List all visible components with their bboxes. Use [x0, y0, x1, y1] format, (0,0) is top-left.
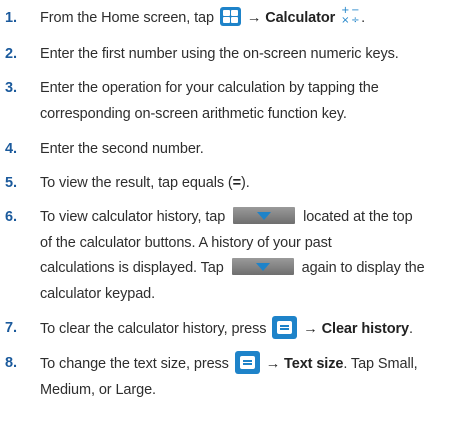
step-text: Enter the first number using the on-scre… [40, 46, 399, 62]
calculator-app-icon: + − × ÷ [341, 5, 360, 26]
step-text-line: Medium, or Large. [40, 381, 156, 398]
text-size-label: Text size [284, 356, 344, 372]
step-text-line: located at the top [303, 209, 413, 225]
step-text: From the Home screen, tap [40, 10, 214, 26]
arrow-glyph: → [246, 10, 262, 26]
step-text-line: Enter the operation for your calculation… [40, 80, 379, 96]
step-text-line: corresponding on-screen arithmetic funct… [40, 105, 347, 122]
step-text: To clear the calculator history, press [40, 321, 267, 337]
step-text: Enter the second number. [40, 141, 204, 157]
clear-history-label: Clear history [321, 321, 409, 337]
menu-key-icon [272, 316, 298, 339]
step-number: 1. [5, 10, 17, 26]
step-number: 4. [5, 141, 17, 157]
step-number: 3. [5, 80, 17, 96]
step-text-line: To view calculator history, tap [40, 209, 226, 225]
step-number: 5. [5, 175, 17, 191]
step-text-line: calculations is displayed. Tap [40, 260, 224, 276]
menu-key-icon [234, 351, 260, 374]
step-text: To view the result, tap equals ( [40, 175, 233, 191]
arrow-glyph: → [303, 321, 318, 337]
step-text-end: . [408, 321, 413, 337]
step-number: 2. [5, 46, 17, 62]
step-number: 8. [5, 355, 17, 371]
step-number: 6. [5, 209, 17, 225]
down-arrow-button-icon [231, 258, 294, 275]
down-arrow-button-icon [233, 207, 296, 224]
step-text-end: ). [241, 175, 250, 191]
calculator-label: Calculator [265, 10, 336, 26]
step-text-line: again to display the [301, 260, 425, 276]
apps-grid-icon [219, 7, 241, 26]
step-text-line: To change the text size, press [40, 356, 229, 372]
step-text-line: of the calculator buttons. A history of … [40, 234, 332, 251]
step-number: 7. [5, 320, 17, 336]
equals-symbol: = [232, 175, 242, 191]
arrow-glyph: → [265, 356, 281, 372]
step-text-line: calculator keypad. [40, 285, 156, 302]
step-text-end: . [361, 10, 366, 26]
step-text-line: . Tap Small, [343, 356, 418, 372]
